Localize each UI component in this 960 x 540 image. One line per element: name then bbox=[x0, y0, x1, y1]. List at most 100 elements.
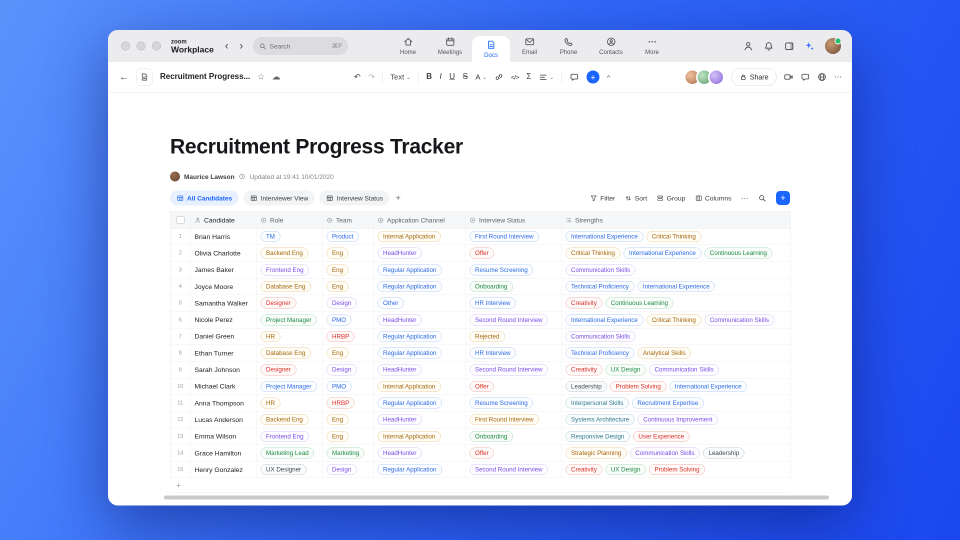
table-search-icon[interactable] bbox=[758, 194, 767, 203]
team-cell[interactable]: Eng bbox=[323, 278, 374, 294]
tag-pill[interactable]: International Experience bbox=[637, 281, 715, 292]
tag-pill[interactable]: Backend Eng bbox=[261, 248, 309, 259]
application-channel-cell[interactable]: Other bbox=[374, 295, 466, 311]
interview-status-cell[interactable]: Resume Screening bbox=[466, 262, 562, 278]
column-header-strengths[interactable]: Strengths bbox=[562, 212, 791, 228]
role-cell[interactable]: Project Manager bbox=[257, 378, 323, 394]
tag-pill[interactable]: Offer bbox=[470, 381, 495, 392]
application-channel-cell[interactable]: HeadHunter bbox=[374, 362, 466, 378]
candidate-name-cell[interactable]: Daniel Green bbox=[191, 328, 257, 344]
text-style-dropdown[interactable]: Text ⌄ bbox=[390, 73, 410, 82]
tag-pill[interactable]: Marketing bbox=[327, 447, 365, 458]
table-row[interactable]: 14Grace HamiltonMarketing LeadMarketingH… bbox=[171, 445, 791, 462]
table-row[interactable]: 5Samantha WalkerDesignerDesignOtherHR In… bbox=[171, 295, 791, 312]
tag-pill[interactable]: Regular Application bbox=[378, 281, 442, 292]
interview-status-cell[interactable]: Offer bbox=[466, 378, 562, 394]
table-row[interactable]: 8Ethan TurnerDatabase EngEngRegular Appl… bbox=[171, 345, 791, 362]
strengths-cell[interactable]: Systems ArchitectureContinuous Improveme… bbox=[562, 412, 791, 428]
candidate-name-cell[interactable]: Nicole Perez bbox=[191, 312, 257, 328]
close-window-button[interactable] bbox=[121, 42, 130, 51]
tag-pill[interactable]: Second Round Interview bbox=[470, 314, 549, 325]
interview-status-cell[interactable]: First Round Interview bbox=[466, 229, 562, 245]
strengths-cell[interactable]: International ExperienceCritical Thinkin… bbox=[562, 229, 791, 245]
ai-companion-sparkle-icon[interactable] bbox=[805, 41, 816, 52]
tag-pill[interactable]: HRBP bbox=[327, 398, 355, 409]
column-header-candidate[interactable]: Candidate bbox=[191, 212, 257, 228]
candidate-name-cell[interactable]: Anna Thompson bbox=[191, 395, 257, 411]
tab-email[interactable]: Email bbox=[510, 30, 549, 62]
candidate-name-cell[interactable]: Brian Harris bbox=[191, 229, 257, 245]
interview-status-cell[interactable]: Second Round Interview bbox=[466, 362, 562, 378]
team-cell[interactable]: PMO bbox=[323, 378, 374, 394]
candidate-name-cell[interactable]: Emma Wilson bbox=[191, 428, 257, 444]
application-channel-cell[interactable]: HeadHunter bbox=[374, 245, 466, 261]
tab-phone[interactable]: Phone bbox=[549, 30, 588, 62]
interview-status-cell[interactable]: Offer bbox=[466, 245, 562, 261]
tag-pill[interactable]: PMO bbox=[327, 381, 352, 392]
tab-meetings[interactable]: Meetings bbox=[428, 30, 472, 62]
strengths-cell[interactable]: CreativityUX DesignCommunication Skills bbox=[562, 362, 791, 378]
tag-pill[interactable]: International Experience bbox=[566, 231, 644, 242]
tag-pill[interactable]: Leadership bbox=[703, 447, 745, 458]
tag-pill[interactable]: TM bbox=[261, 231, 281, 242]
tag-pill[interactable]: Project Manager bbox=[261, 314, 317, 325]
tag-pill[interactable]: Internal Application bbox=[378, 231, 441, 242]
application-channel-cell[interactable]: Regular Application bbox=[374, 395, 466, 411]
table-row[interactable]: 1Brian HarrisTMProductInternal Applicati… bbox=[171, 229, 791, 246]
team-cell[interactable]: Product bbox=[323, 229, 374, 245]
tab-home[interactable]: Home bbox=[388, 30, 428, 62]
tag-pill[interactable]: Analytical Skills bbox=[637, 348, 691, 359]
tab-docs[interactable]: Docs bbox=[472, 36, 510, 62]
tag-pill[interactable]: First Round Interview bbox=[470, 231, 540, 242]
team-cell[interactable]: Eng bbox=[323, 428, 374, 444]
tag-pill[interactable]: Regular Application bbox=[378, 398, 442, 409]
tag-pill[interactable]: Continuous Learning bbox=[605, 298, 673, 309]
team-cell[interactable]: Design bbox=[323, 295, 374, 311]
application-channel-cell[interactable]: Regular Application bbox=[374, 345, 466, 361]
team-cell[interactable]: Design bbox=[323, 362, 374, 378]
view-tab-all-candidates[interactable]: All Candidates bbox=[170, 191, 239, 206]
role-cell[interactable]: HR bbox=[257, 328, 323, 344]
add-row-button[interactable]: + bbox=[170, 479, 790, 493]
tag-pill[interactable]: Database Eng bbox=[261, 281, 311, 292]
role-cell[interactable]: Designer bbox=[257, 295, 323, 311]
candidate-name-cell[interactable]: Henry Gonzalez bbox=[191, 462, 257, 478]
video-camera-icon[interactable] bbox=[784, 72, 794, 82]
add-record-button[interactable]: + bbox=[776, 191, 790, 205]
tag-pill[interactable]: Second Round Interview bbox=[470, 464, 549, 475]
tag-pill[interactable]: Resume Screening bbox=[470, 264, 534, 275]
tag-pill[interactable]: Communication Skills bbox=[649, 364, 719, 375]
team-cell[interactable]: Design bbox=[323, 462, 374, 478]
tag-pill[interactable]: Database Eng bbox=[261, 348, 311, 359]
view-tab-interview-status[interactable]: Interview Status bbox=[320, 191, 390, 206]
tag-pill[interactable]: Backend Eng bbox=[261, 414, 309, 425]
team-cell[interactable]: HRBP bbox=[323, 328, 374, 344]
application-channel-cell[interactable]: Internal Application bbox=[374, 229, 466, 245]
strengths-cell[interactable]: Responsive DesignUser Experience bbox=[562, 428, 791, 444]
tag-pill[interactable]: HeadHunter bbox=[378, 248, 422, 259]
tag-pill[interactable]: Regular Application bbox=[378, 348, 442, 359]
select-all-checkbox[interactable] bbox=[176, 216, 184, 224]
tag-pill[interactable]: HR bbox=[261, 331, 281, 342]
tag-pill[interactable]: HR bbox=[261, 398, 281, 409]
candidate-name-cell[interactable]: Olivia Charlotte bbox=[191, 245, 257, 261]
more-controls-button[interactable]: ⋯ bbox=[741, 194, 749, 203]
strengths-cell[interactable]: Communication Skills bbox=[562, 262, 791, 278]
role-cell[interactable]: Marketing Lead bbox=[257, 445, 323, 461]
tag-pill[interactable]: Frontend Eng bbox=[261, 431, 310, 442]
role-cell[interactable]: Project Manager bbox=[257, 312, 323, 328]
code-button[interactable]: </> bbox=[511, 73, 519, 81]
tag-pill[interactable]: Design bbox=[327, 298, 357, 309]
tab-more[interactable]: More bbox=[634, 30, 670, 62]
tag-pill[interactable]: HRBP bbox=[327, 331, 355, 342]
tag-pill[interactable]: UX Designer bbox=[261, 464, 307, 475]
table-row[interactable]: 9Sarah JohnsonDesignerDesignHeadHunterSe… bbox=[171, 362, 791, 379]
tag-pill[interactable]: International Experience bbox=[669, 381, 747, 392]
tag-pill[interactable]: PMO bbox=[327, 314, 352, 325]
collapse-toolbar-button[interactable]: ^ bbox=[607, 73, 610, 81]
table-row[interactable]: 10Michael ClarkProject ManagerPMOInterna… bbox=[171, 378, 791, 395]
notifications-bell-icon[interactable] bbox=[764, 41, 775, 52]
italic-button[interactable]: I bbox=[440, 73, 442, 82]
strengths-cell[interactable]: Communication Skills bbox=[562, 328, 791, 344]
tag-pill[interactable]: Communication Skills bbox=[630, 447, 700, 458]
